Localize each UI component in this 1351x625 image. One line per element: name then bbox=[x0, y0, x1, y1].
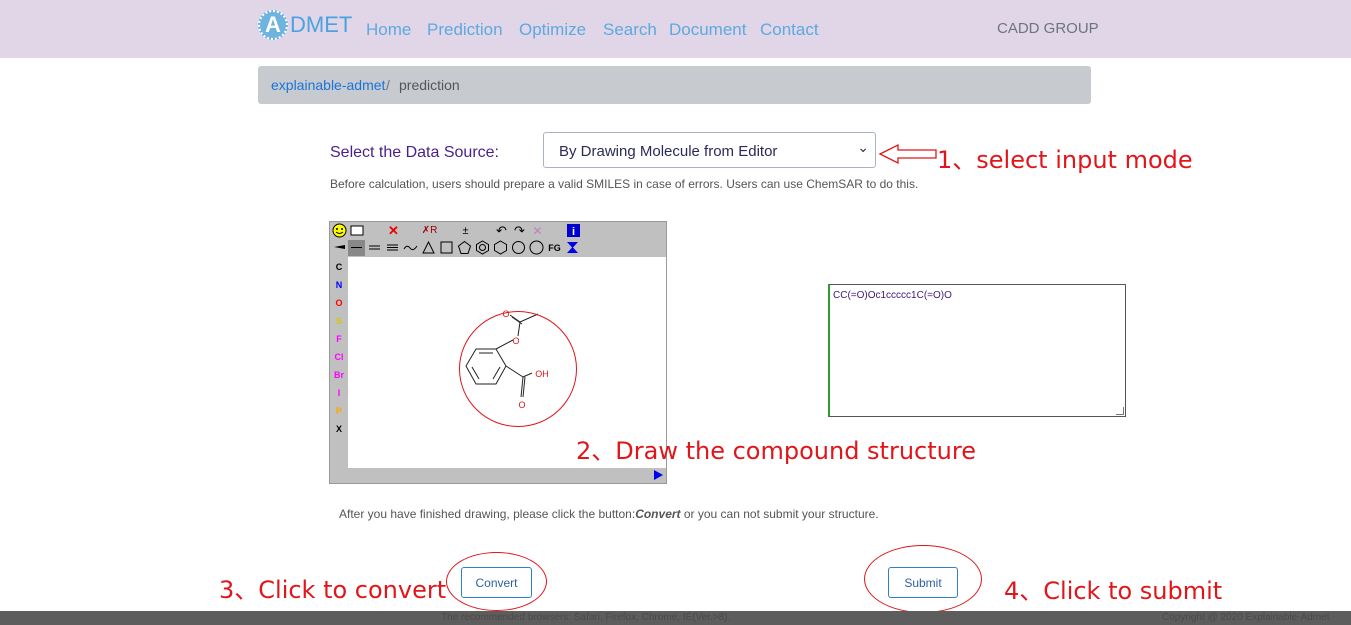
clear-icon[interactable]: ✕ bbox=[529, 223, 546, 239]
breadcrumb-separator: / bbox=[386, 77, 390, 93]
atom-p[interactable]: P bbox=[332, 403, 346, 420]
breadcrumb-link-home[interactable]: explainable-admet bbox=[271, 77, 385, 93]
navbar: A DMET Home Prediction Optimize Search D… bbox=[0, 0, 1351, 58]
footer-copyright: Copyright @ 2020 Explainable-Admet bbox=[1162, 612, 1330, 623]
triple-bond-icon[interactable] bbox=[384, 240, 401, 256]
atom-o[interactable]: O bbox=[332, 295, 346, 312]
atom-x[interactable]: X bbox=[332, 421, 346, 438]
logo-emblem-icon: A bbox=[258, 10, 288, 40]
convert-instruction-tail: or you can not submit your structure. bbox=[680, 507, 879, 521]
smiles-textarea[interactable]: CC(=O)Oc1ccccc1C(=O)O bbox=[828, 284, 1126, 417]
svg-text:i: i bbox=[572, 226, 575, 238]
smiles-value: CC(=O)Oc1ccccc1C(=O)O bbox=[833, 290, 952, 301]
footer-browsers: The recommended browsers: Safari, Firefo… bbox=[441, 612, 731, 623]
highlight-oval-molecule bbox=[459, 311, 577, 427]
data-source-select[interactable]: By Drawing Molecule from Editor ⌄ bbox=[543, 132, 876, 168]
chevron-down-icon: ⌄ bbox=[857, 139, 869, 155]
ring4-icon[interactable] bbox=[438, 240, 455, 256]
annotation-step1: 1、select input mode bbox=[937, 146, 1193, 174]
nav-prediction[interactable]: Prediction bbox=[427, 20, 503, 40]
logo-text: DMET bbox=[290, 12, 353, 37]
data-source-selected: By Drawing Molecule from Editor bbox=[559, 143, 778, 160]
atom-br[interactable]: Br bbox=[332, 367, 346, 384]
editor-statusbar bbox=[330, 468, 666, 483]
ring6-icon[interactable] bbox=[492, 240, 509, 256]
ring7-icon[interactable] bbox=[510, 240, 527, 256]
breadcrumb-current: prediction bbox=[399, 77, 460, 93]
atom-cl[interactable]: Cl bbox=[332, 349, 346, 366]
convert-instruction: After you have finished drawing, please … bbox=[339, 507, 879, 521]
smiley-icon[interactable] bbox=[331, 223, 348, 239]
data-source-label: Select the Data Source: bbox=[330, 144, 499, 161]
chain-icon[interactable] bbox=[402, 240, 419, 256]
fg-button[interactable]: FG bbox=[546, 240, 563, 256]
footer: The recommended browsers: Safari, Firefo… bbox=[0, 611, 1351, 625]
ring5-icon[interactable] bbox=[456, 240, 473, 256]
annotation-step4: 4、Click to submit bbox=[1004, 577, 1223, 605]
nav-contact[interactable]: Contact bbox=[760, 20, 819, 40]
template-menu-icon[interactable] bbox=[564, 240, 581, 256]
atom-f[interactable]: F bbox=[332, 331, 346, 348]
convert-instruction-emph: Convert bbox=[635, 507, 681, 521]
nav-search[interactable]: Search bbox=[603, 20, 657, 40]
breadcrumb: explainable-admet / prediction bbox=[258, 66, 1091, 104]
bond-wedge-icon[interactable] bbox=[331, 240, 348, 256]
charge-icon[interactable]: ± bbox=[457, 223, 474, 239]
ring3-icon[interactable] bbox=[420, 240, 437, 256]
double-bond-icon[interactable] bbox=[366, 240, 383, 256]
delete-icon[interactable]: ✕ bbox=[385, 223, 402, 239]
annotation-step3: 3、Click to convert bbox=[219, 576, 447, 604]
atom-s[interactable]: S bbox=[332, 313, 346, 330]
hint-text: Before calculation, users should prepare… bbox=[330, 177, 919, 191]
atom-c[interactable]: C bbox=[332, 259, 346, 276]
redo-icon[interactable]: ↷ bbox=[511, 223, 528, 239]
nav-optimize[interactable]: Optimize bbox=[519, 20, 586, 40]
benzene-icon[interactable] bbox=[474, 240, 491, 256]
atom-n[interactable]: N bbox=[332, 277, 346, 294]
select-rect-icon[interactable] bbox=[348, 223, 365, 239]
delete-r-icon[interactable]: ✗R bbox=[421, 223, 438, 239]
resize-handle-icon[interactable] bbox=[1116, 407, 1124, 415]
nav-home[interactable]: Home bbox=[366, 20, 411, 40]
play-icon[interactable] bbox=[654, 470, 663, 480]
single-bond-icon[interactable] bbox=[348, 240, 365, 256]
nav-document[interactable]: Document bbox=[669, 20, 746, 40]
submit-button[interactable]: Submit bbox=[888, 567, 958, 598]
undo-icon[interactable]: ↶ bbox=[493, 223, 510, 239]
ring8-icon[interactable] bbox=[528, 240, 545, 256]
group-name: CADD GROUP bbox=[997, 20, 1099, 37]
arrow-left-icon bbox=[878, 143, 937, 165]
brand-logo[interactable]: A DMET bbox=[258, 10, 353, 42]
annotation-step2: 2、Draw the compound structure bbox=[576, 437, 976, 465]
atom-i[interactable]: I bbox=[332, 385, 346, 402]
convert-button[interactable]: Convert bbox=[461, 567, 532, 598]
convert-instruction-text: After you have finished drawing, please … bbox=[339, 507, 636, 521]
info-icon[interactable]: i bbox=[565, 223, 582, 239]
